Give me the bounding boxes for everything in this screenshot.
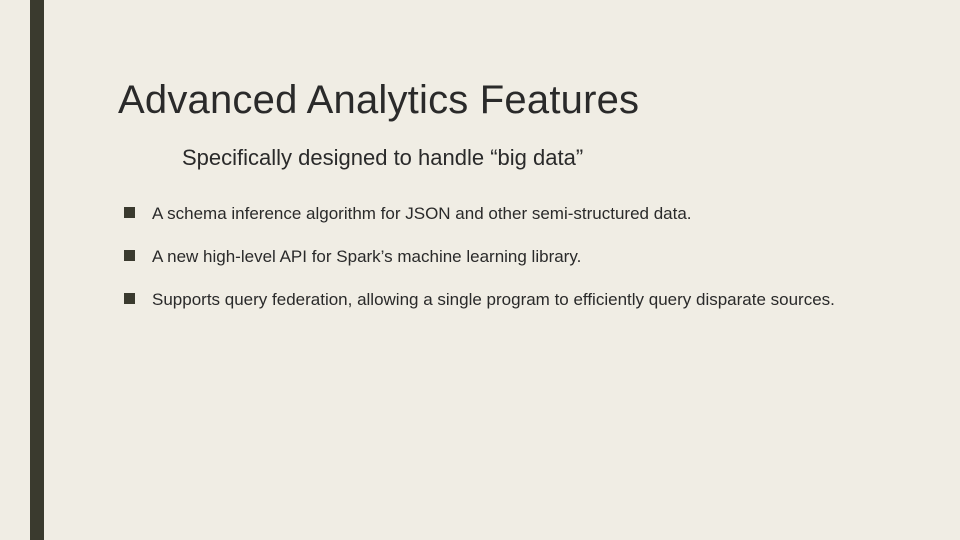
square-bullet-icon	[124, 293, 135, 304]
slide-content: Advanced Analytics Features Specifically…	[0, 0, 960, 312]
bullet-text: A new high-level API for Spark’s machine…	[152, 246, 870, 269]
list-item: A schema inference algorithm for JSON an…	[124, 203, 870, 226]
bullet-text: Supports query federation, allowing a si…	[152, 289, 870, 312]
square-bullet-icon	[124, 250, 135, 261]
list-item: A new high-level API for Spark’s machine…	[124, 246, 870, 269]
bullet-text: A schema inference algorithm for JSON an…	[152, 203, 870, 226]
square-bullet-icon	[124, 207, 135, 218]
bullet-list: A schema inference algorithm for JSON an…	[118, 203, 870, 312]
accent-bar	[30, 0, 44, 540]
list-item: Supports query federation, allowing a si…	[124, 289, 870, 312]
slide-title: Advanced Analytics Features	[118, 78, 870, 123]
slide-subtitle: Specifically designed to handle “big dat…	[182, 145, 870, 171]
